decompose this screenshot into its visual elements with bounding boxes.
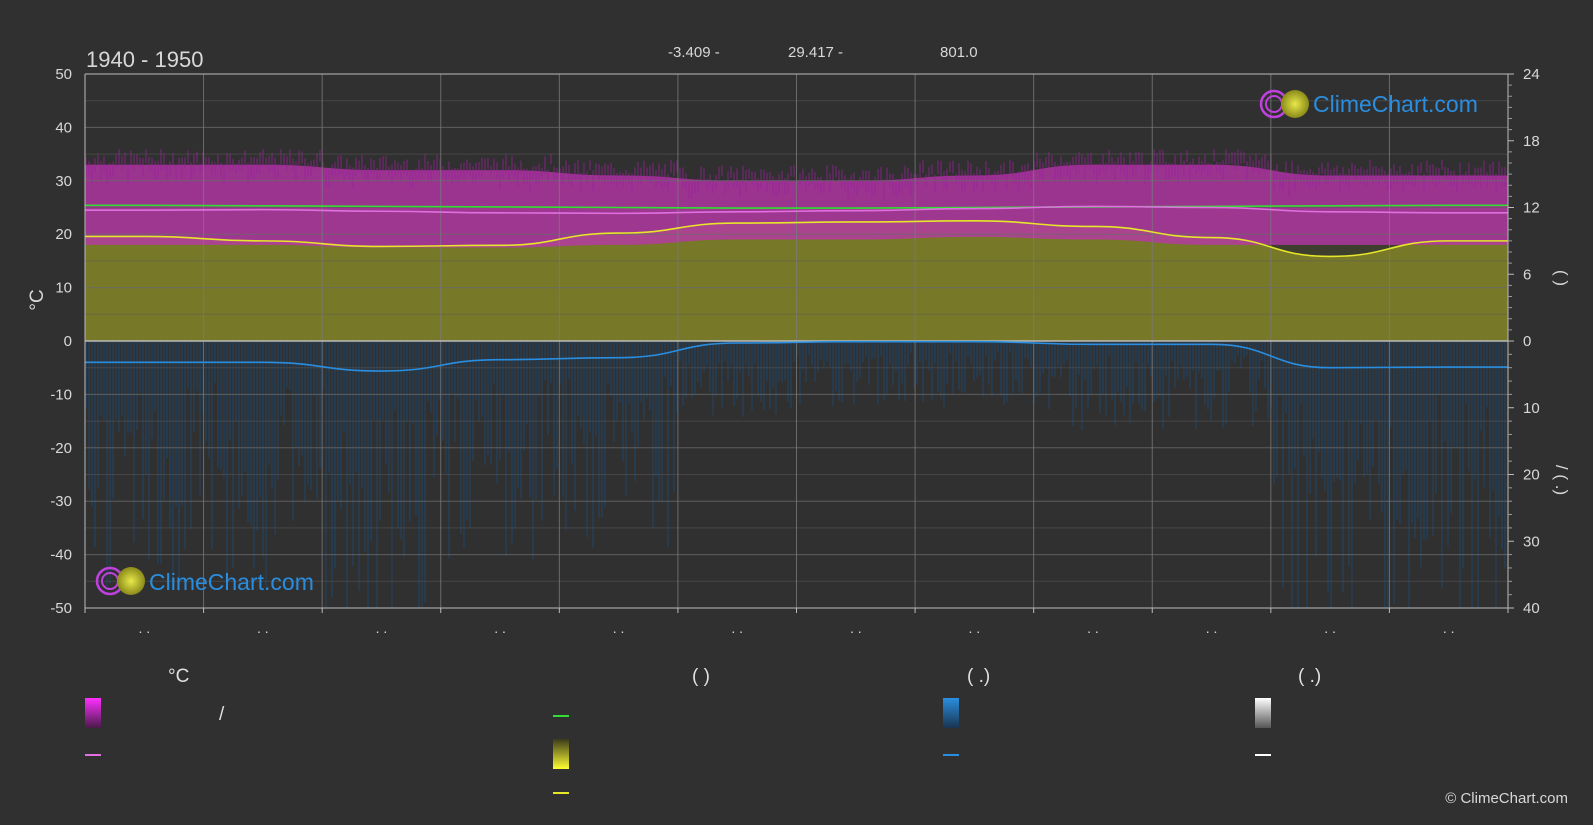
longitude-value: 29.417 - [788,44,843,61]
logo-text: ClimeChart.com [149,569,314,595]
logo-sun-icon [117,567,145,595]
legend-snow-swatch [1255,698,1271,728]
y-left-tick-label: -50 [50,600,72,617]
month-label: . . [1206,620,1218,636]
legend-temp-range-swatch [85,698,101,728]
month-label: . . [613,620,625,636]
y-left-tick-label: -20 [50,440,72,457]
y-axis-right-bottom-label: / ( .) [1552,465,1571,495]
month-label: . . [1443,620,1455,636]
chart-canvas: 50 40 30 20 10 0 -10 -20 -30 -40 -50 24 18 12 6 0 10 20 30… [27,44,1571,807]
month-label: . . [138,620,150,636]
y-right-top-tick-label: 6 [1523,266,1531,283]
month-label: . . [969,620,981,636]
copyright-text: © ClimeChart.com [1445,790,1568,807]
y-right-top-tick-label: 18 [1523,133,1540,150]
elevation-value: 801.0 [940,44,978,61]
y-right-top-tick-label: 12 [1523,200,1540,217]
legend-sunshine-swatch [553,739,569,769]
month-label: . . [1324,620,1336,636]
brand-logo-top[interactable]: ClimeChart.com [1259,89,1478,119]
month-label: . . [731,620,743,636]
y-axis-left-label: °C [27,289,48,310]
logo-ring-inner-icon [1265,95,1283,113]
month-label: . . [850,620,862,636]
legend-mean-temp-swatch [85,754,101,756]
legend-col3-header: ( .) [967,666,991,687]
chart-title: 1940 - 1950 [86,47,203,72]
brand-logo-bottom[interactable]: ClimeChart.com [95,566,314,596]
y-left-tick-label: 20 [55,226,72,243]
y-right-bottom-tick-label: 10 [1523,400,1540,417]
logo-text: ClimeChart.com [1313,91,1478,117]
month-label: . . [257,620,269,636]
y-left-tick-label: 0 [64,333,72,350]
climate-chart-page: { "chart_data": { "type": "area", "title… [0,0,1593,825]
legend-col4-header: ( .) [1298,666,1322,687]
legend-day-length-swatch [553,715,569,717]
y-right-bottom-tick-label: 40 [1523,600,1540,617]
y-left-tick-label: 10 [55,280,72,297]
legend-sunshine-line-swatch [553,792,569,794]
y-left-tick-label: 50 [55,66,72,83]
y-axis-right-top-label: ( ) [1552,270,1571,286]
legend-precip-swatch [943,698,959,728]
y-right-top-tick-label: 0 [1523,333,1531,350]
logo-sun-icon [1281,90,1309,118]
y-right-bottom-tick-label: 30 [1523,533,1540,550]
y-left-tick-label: 30 [55,173,72,190]
legend-snow-line-swatch [1255,754,1271,756]
month-label: . . [494,620,506,636]
month-label: . . [1087,620,1099,636]
y-left-tick-label: -10 [50,386,72,403]
y-right-bottom-tick-label: 20 [1523,467,1540,484]
legend-col2-header: ( ) [692,666,710,687]
legend-col1-header: °C [168,666,190,687]
y-right-top-tick-label: 24 [1523,66,1540,83]
y-left-tick-label: -30 [50,493,72,510]
y-left-tick-label: -40 [50,547,72,564]
latitude-value: -3.409 - [668,44,720,61]
month-label: . . [376,620,388,636]
legend-temp-range-label: / [219,704,225,725]
legend-precip-line-swatch [943,754,959,756]
y-left-tick-label: 40 [55,119,72,136]
grid-lines [84,73,1509,609]
